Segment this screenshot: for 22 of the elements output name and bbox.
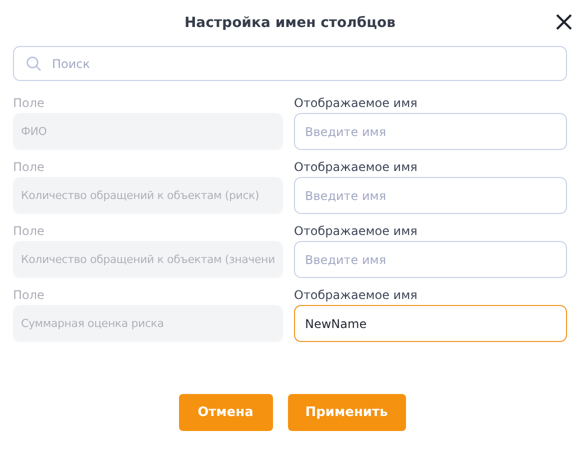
field-label: Поле xyxy=(13,96,46,110)
display-name-input[interactable]: Введите имя xyxy=(294,113,567,150)
field-label: Поле xyxy=(13,288,46,302)
display-name-label: Отображаемое имя xyxy=(294,224,418,238)
display-name-input[interactable]: Введите имя xyxy=(294,241,567,278)
cancel-button[interactable]: Отмена xyxy=(178,394,272,431)
field-value: Суммарная оценка риска xyxy=(13,305,283,342)
display-name-label: Отображаемое имя xyxy=(294,160,418,174)
display-name-input[interactable]: Введите имя xyxy=(294,177,567,214)
display-name-label: Отображаемое имя xyxy=(294,96,418,110)
display-name-input[interactable]: NewName xyxy=(294,305,567,342)
dialog-title: Настройка имен столбцов xyxy=(184,15,396,31)
close-icon[interactable] xyxy=(555,13,573,31)
search-icon xyxy=(26,56,42,72)
field-label: Поле xyxy=(13,160,46,174)
apply-button[interactable]: Применить xyxy=(288,394,406,431)
display-name-label: Отображаемое имя xyxy=(294,288,418,302)
field-value: Количество обращений к объектам (риск) xyxy=(13,177,283,214)
search-field[interactable]: Поиск xyxy=(13,46,567,81)
field-value: ФИО xyxy=(13,113,283,150)
field-label: Поле xyxy=(13,224,46,238)
field-value: Количество обращений к объектам (значени xyxy=(13,241,283,278)
